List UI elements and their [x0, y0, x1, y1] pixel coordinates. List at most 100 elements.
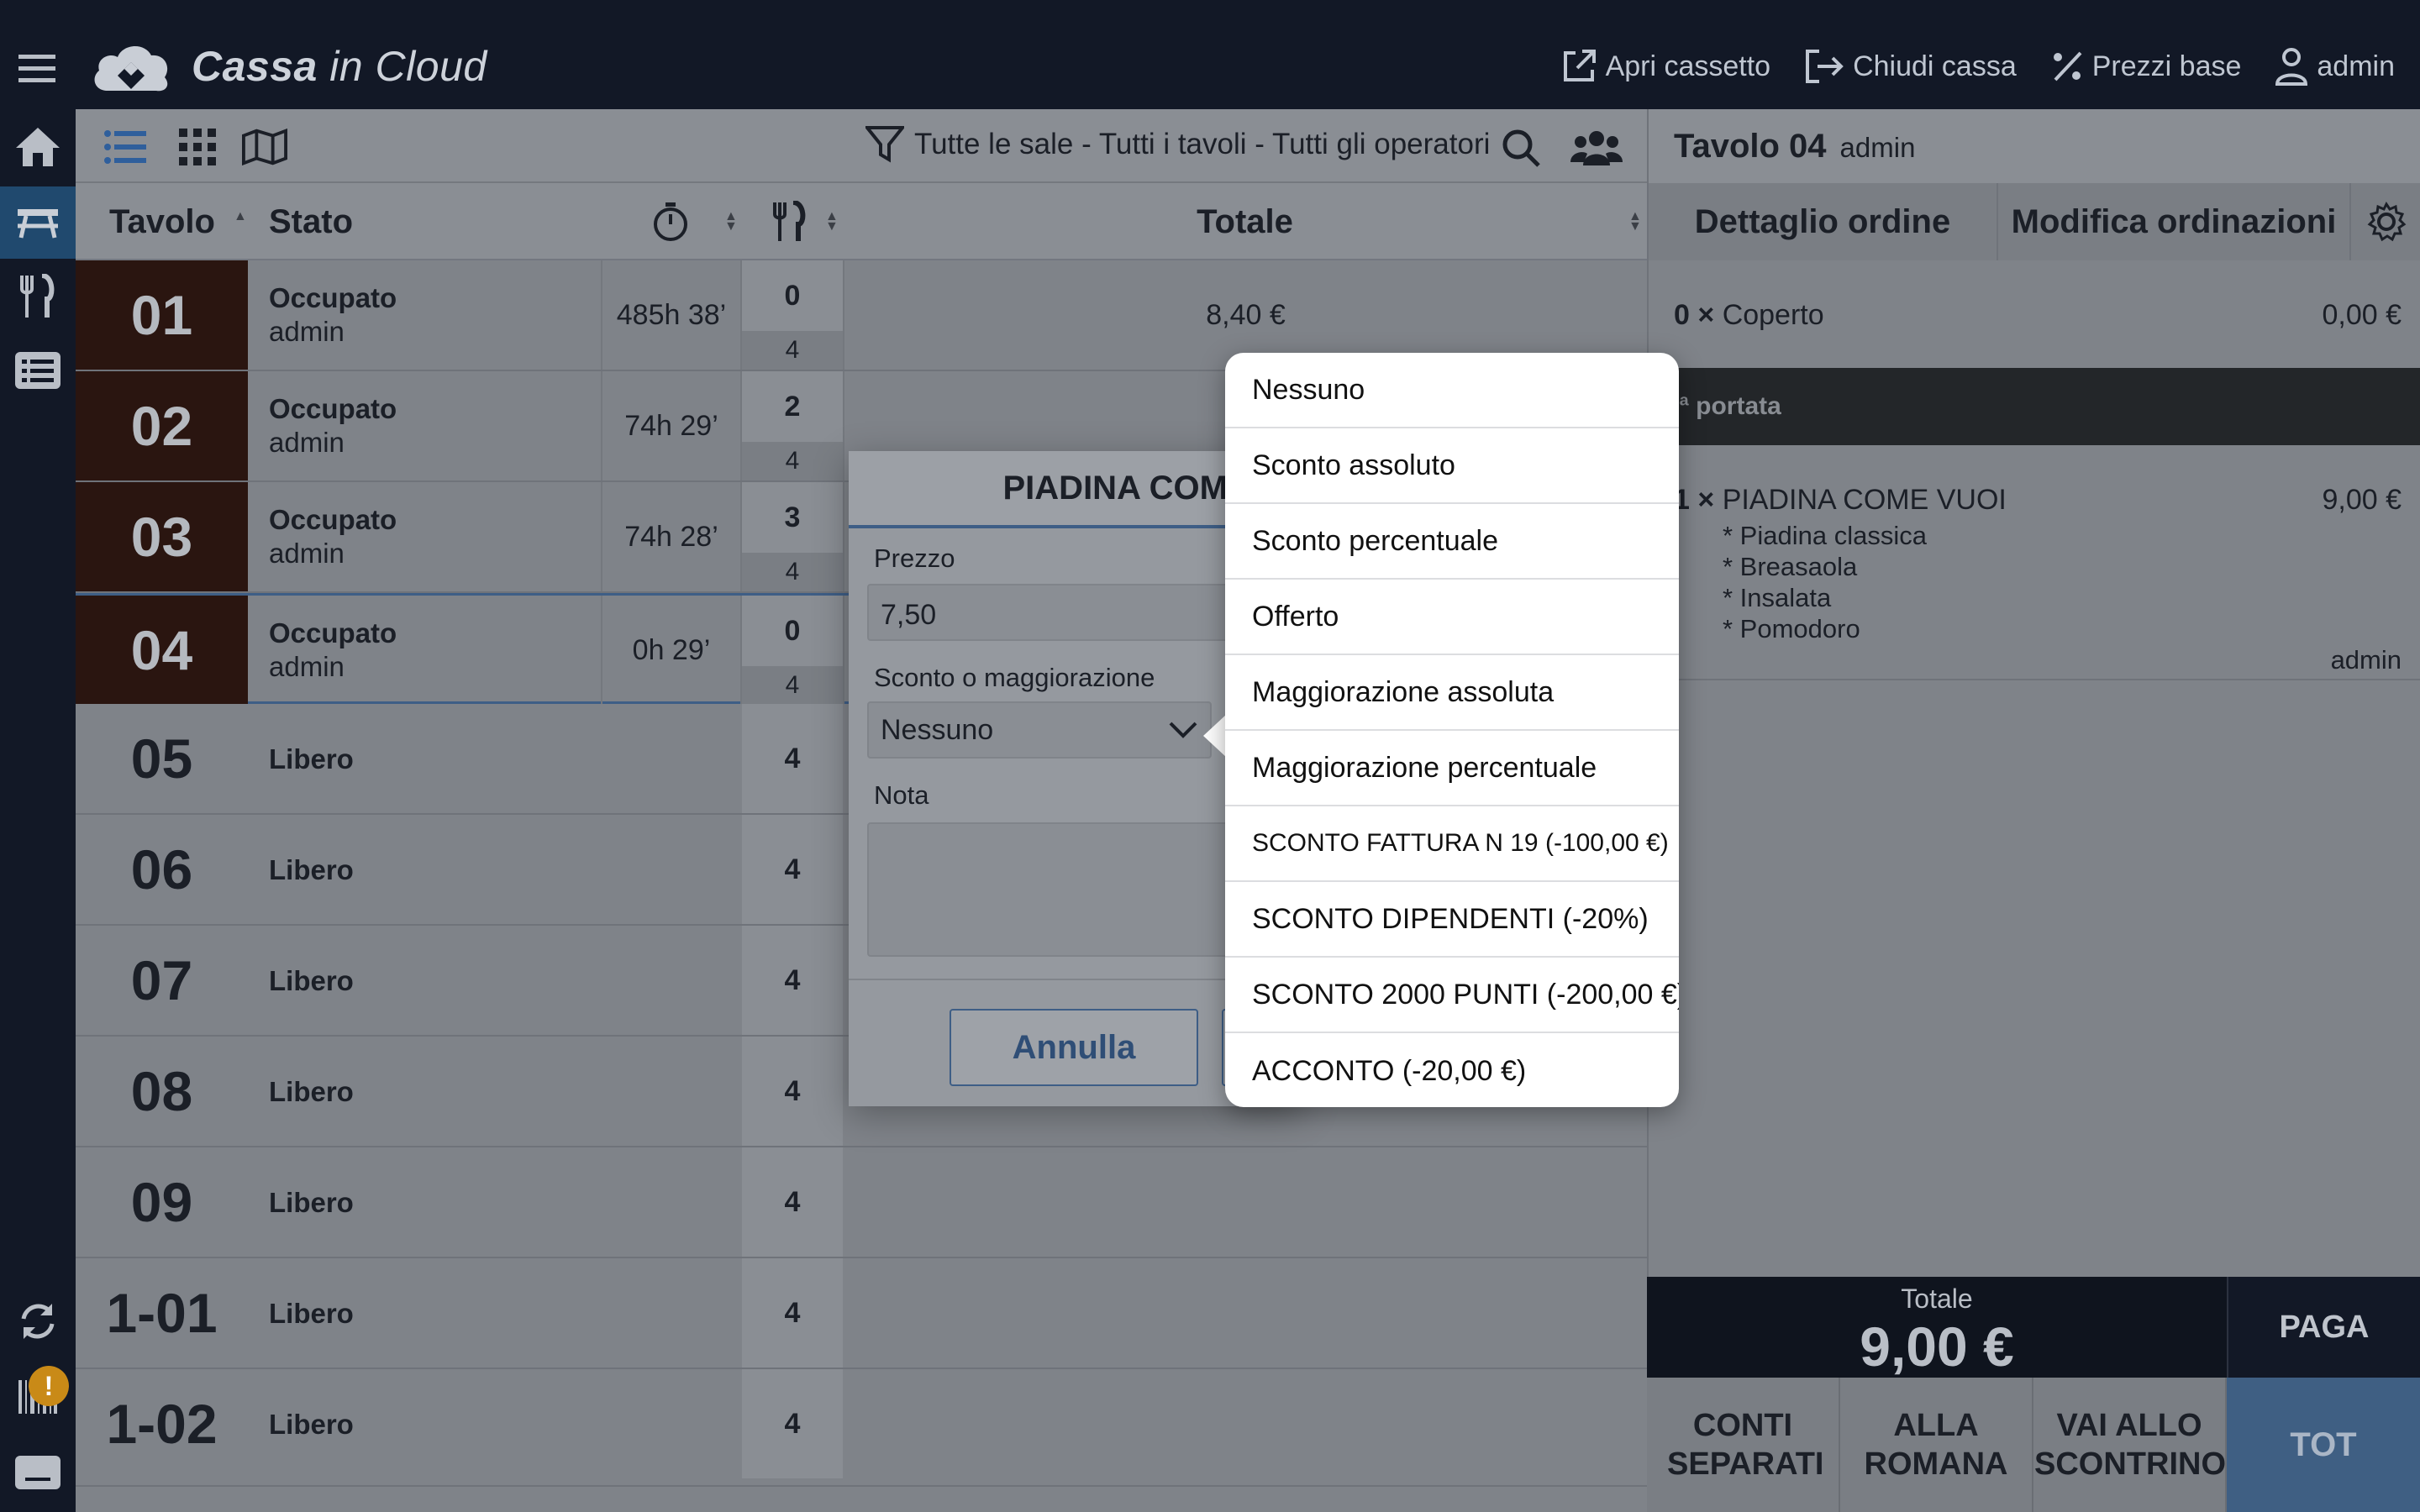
- rail-tables[interactable]: [0, 186, 76, 259]
- table-status: Libero: [269, 743, 354, 774]
- tab-edit-orders[interactable]: Modifica ordinazioni: [1998, 183, 2351, 260]
- rail-keyboard[interactable]: [0, 1436, 76, 1509]
- discount-label: Sconto o maggiorazione: [874, 663, 1155, 692]
- header-covers[interactable]: [771, 183, 807, 260]
- table-number: 03: [76, 482, 248, 591]
- option-absolute-discount[interactable]: Sconto assoluto: [1225, 428, 1679, 504]
- coperto-line[interactable]: 0 × Coperto: [1674, 299, 1824, 332]
- filter-label: Tutte le sale - Tutti i tavoli - Tutti g…: [914, 128, 1491, 160]
- cancel-button[interactable]: Annulla: [950, 1009, 1198, 1086]
- grid-icon: [179, 129, 216, 165]
- open-drawer-button[interactable]: Apri cassetto: [1560, 48, 1770, 85]
- go-to-receipt-button[interactable]: VAI ALLO SCONTRINO: [2033, 1378, 2227, 1512]
- tot-button[interactable]: TOT: [2227, 1378, 2420, 1512]
- option-free[interactable]: Offerto: [1225, 580, 1679, 655]
- filter-button[interactable]: Tutte le sale - Tutti i tavoli - Tutti g…: [865, 126, 1490, 163]
- table-row[interactable]: 1-01 Libero 4: [76, 1258, 1647, 1369]
- table-row[interactable]: 1-02 Libero 4: [76, 1369, 1647, 1487]
- grid-view-button[interactable]: [175, 124, 220, 170]
- option-percent-surcharge[interactable]: Maggiorazione percentuale: [1225, 731, 1679, 806]
- item-variant: * Pomodoro: [1723, 614, 1860, 643]
- total-label: Totale: [1901, 1284, 1973, 1314]
- option-none[interactable]: Nessuno: [1225, 353, 1679, 428]
- split-bill-button[interactable]: CONTI SEPARATI: [1647, 1378, 1840, 1512]
- table-status: Libero: [269, 1298, 354, 1329]
- menu-icon[interactable]: [12, 44, 62, 94]
- split-equally-button[interactable]: ALLA ROMANA: [1840, 1378, 2033, 1512]
- table-status: Occupato: [269, 504, 397, 535]
- rail-menu[interactable]: [0, 260, 76, 333]
- discount-select[interactable]: Nessuno: [867, 701, 1212, 759]
- map-icon: [242, 129, 287, 165]
- option-employee-discount[interactable]: SCONTO DIPENDENTI (-20%): [1225, 882, 1679, 958]
- covers-used: 2: [742, 371, 843, 442]
- base-prices-button[interactable]: Prezzi base: [2050, 50, 2241, 83]
- note-label: Nota: [874, 780, 929, 810]
- cloud-logo-icon: [94, 45, 168, 92]
- option-percent-discount[interactable]: Sconto percentuale: [1225, 504, 1679, 580]
- option-invoice-discount[interactable]: SCONTO FATTURA N 19 (-100,00 €): [1225, 806, 1679, 882]
- covers-total: 4: [742, 666, 843, 705]
- header-total[interactable]: Totale: [843, 183, 1647, 260]
- option-absolute-surcharge[interactable]: Maggiorazione assoluta: [1225, 655, 1679, 731]
- chevron-down-icon: [1169, 722, 1197, 738]
- close-register-button[interactable]: Chiudi cassa: [1804, 48, 2017, 85]
- table-status: Libero: [269, 965, 354, 996]
- order-item[interactable]: 1 × PIADINA COME VUOI: [1674, 484, 2007, 517]
- course-header[interactable]: 1ª portata: [1649, 368, 2420, 445]
- table-number: 08: [130, 1060, 193, 1122]
- item-operator: admin: [2330, 645, 2402, 675]
- left-rail: !: [0, 109, 76, 1512]
- rail-list[interactable]: [0, 334, 76, 407]
- table-time: 74h 29’: [601, 371, 742, 480]
- covers-total: 4: [742, 926, 843, 1035]
- app-logo: Cassa in Cloud: [89, 39, 487, 94]
- table-status: Libero: [269, 854, 354, 885]
- rail-home[interactable]: [0, 111, 76, 183]
- order-total: Totale 9,00 €: [1647, 1277, 2227, 1378]
- order-operator: admin: [1839, 132, 1916, 163]
- percent-icon: [2053, 51, 2082, 81]
- covers-total: 4: [742, 442, 843, 480]
- operators-button[interactable]: [1567, 123, 1626, 173]
- sort-icon: ▲ ▼: [825, 209, 839, 234]
- covers-total: 4: [742, 1037, 843, 1146]
- option-deposit[interactable]: ACCONTO (-20,00 €): [1225, 1033, 1679, 1107]
- table-number: 07: [130, 949, 193, 1011]
- price-label: Prezzo: [874, 543, 955, 573]
- header-table[interactable]: Tavolo: [109, 183, 215, 260]
- table-number: 09: [130, 1171, 193, 1233]
- list-view-button[interactable]: [103, 124, 148, 170]
- settings-button[interactable]: [2351, 183, 2420, 260]
- table-operator: admin: [269, 538, 345, 569]
- rail-sync[interactable]: [0, 1285, 76, 1357]
- users-icon: [1570, 131, 1623, 165]
- table-number: 05: [130, 727, 193, 790]
- tab-order-detail[interactable]: Dettaglio ordine: [1649, 183, 1998, 260]
- discount-select-value: Nessuno: [881, 713, 994, 746]
- list-toolbar: Tutte le sale - Tutti i tavoli - Tutti g…: [76, 109, 1647, 183]
- option-points-discount[interactable]: SCONTO 2000 PUNTI (-200,00 €): [1225, 958, 1679, 1033]
- table-time: 485h 38’: [601, 260, 742, 370]
- gear-icon: [2367, 202, 2407, 242]
- warning-badge: !: [29, 1366, 69, 1406]
- table-operator: admin: [269, 651, 345, 682]
- filter-icon: [865, 126, 904, 163]
- list-header: Tavolo ▲ Stato ▲ ▼ ▲ ▼ Totale ▲ ▼: [76, 183, 1647, 260]
- pay-button[interactable]: PAGA: [2227, 1277, 2420, 1378]
- covers-total: 4: [742, 553, 843, 591]
- table-status: Occupato: [269, 393, 397, 424]
- map-view-button[interactable]: [242, 124, 287, 170]
- covers-total: 4: [742, 815, 843, 924]
- covers-used: 3: [742, 482, 843, 553]
- header-status[interactable]: Stato: [269, 183, 353, 260]
- keyboard-icon: [15, 1456, 60, 1489]
- table-status: Libero: [269, 1187, 354, 1218]
- header-time[interactable]: [652, 183, 689, 260]
- search-button[interactable]: [1496, 123, 1546, 173]
- table-number: 1-01: [106, 1282, 218, 1344]
- table-row[interactable]: 09 Libero 4: [76, 1147, 1647, 1258]
- table-number: 02: [76, 371, 248, 480]
- user-menu-button[interactable]: admin: [2275, 47, 2395, 86]
- item-variant: * Breasaola: [1723, 552, 1858, 581]
